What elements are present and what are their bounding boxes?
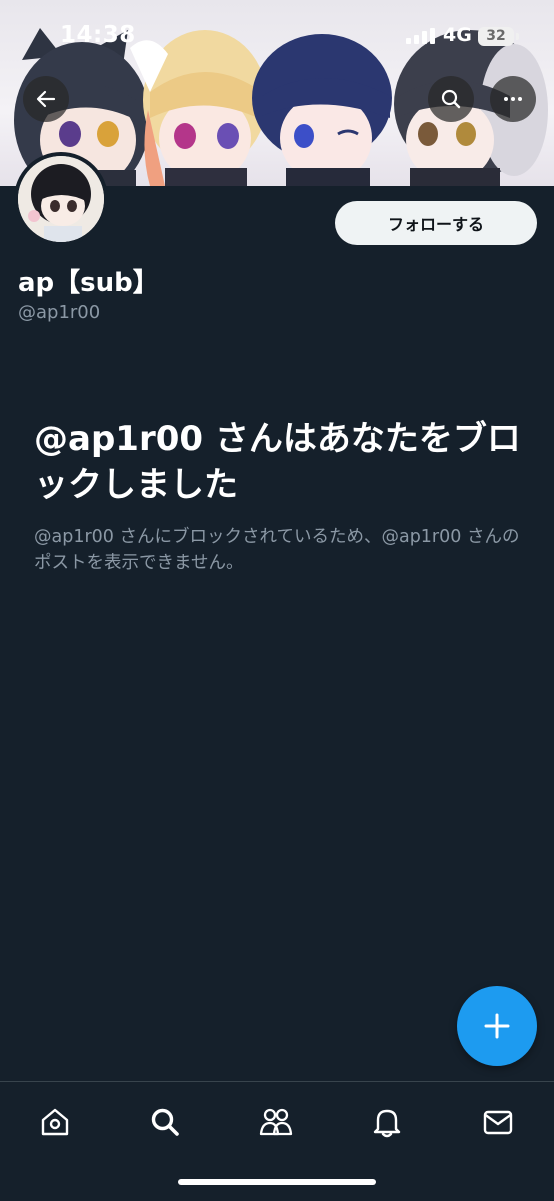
profile-handle: @ap1r00 — [18, 302, 101, 323]
tab-messages[interactable] — [476, 1100, 520, 1144]
profile-avatar[interactable] — [14, 152, 108, 246]
avatar-image — [18, 156, 104, 242]
status-bar: 14:38 4G 32 — [0, 0, 554, 70]
people-icon — [259, 1108, 293, 1136]
compose-button[interactable] — [457, 986, 537, 1066]
more-horizontal-icon — [504, 97, 522, 101]
tab-notifications[interactable] — [365, 1100, 409, 1144]
signal-icon — [406, 28, 435, 44]
battery-tip — [516, 33, 519, 40]
tab-search[interactable] — [143, 1100, 187, 1144]
search-icon — [151, 1108, 179, 1136]
home-indicator — [178, 1179, 376, 1185]
back-button[interactable] — [23, 76, 69, 122]
battery-level: 32 — [486, 28, 506, 44]
tab-communities[interactable] — [254, 1100, 298, 1144]
battery-icon: 32 — [478, 27, 514, 46]
bell-icon — [373, 1109, 401, 1138]
network-type: 4G — [443, 24, 472, 46]
avatar-illustration — [18, 156, 104, 242]
profile-display-name: ap【sub】 — [18, 268, 159, 298]
home-icon — [41, 1108, 69, 1136]
plus-icon — [484, 1013, 510, 1039]
tab-home[interactable] — [33, 1100, 77, 1144]
search-icon — [441, 89, 461, 109]
arrow-left-icon — [36, 90, 56, 108]
more-button[interactable] — [490, 76, 536, 122]
blocked-title: @ap1r00 さんはあなたをブロックしました — [34, 419, 521, 505]
follow-button[interactable]: フォローする — [335, 201, 537, 245]
mail-icon — [483, 1110, 513, 1135]
search-button[interactable] — [428, 76, 474, 122]
blocked-description: @ap1r00 さんにブロックされているため、@ap1r00 さんのポストを表示… — [34, 527, 520, 573]
status-time: 14:38 — [60, 22, 136, 48]
